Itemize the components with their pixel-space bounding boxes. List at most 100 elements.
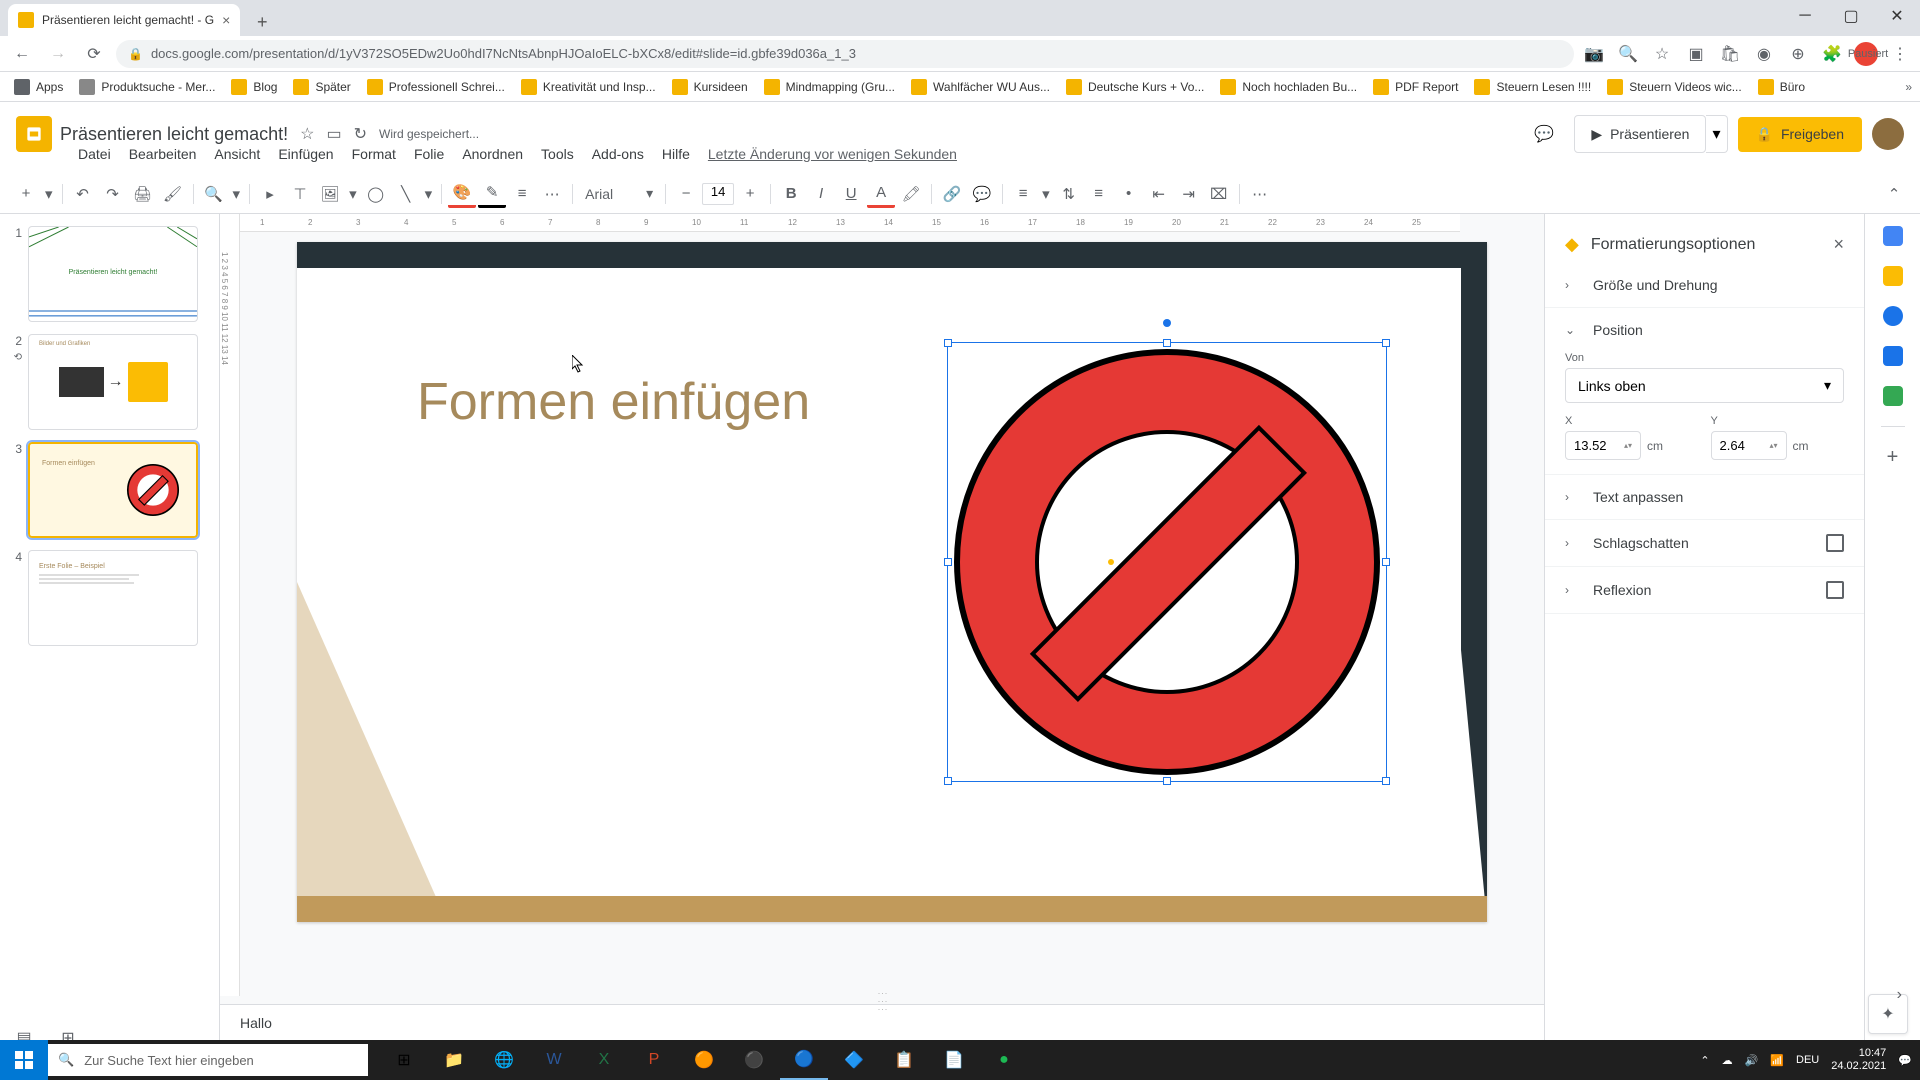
- bookmark-wahlfaecher[interactable]: Wahlfächer WU Aus...: [905, 75, 1056, 99]
- close-tab-icon[interactable]: ×: [222, 12, 230, 28]
- align-dropdown[interactable]: ▾: [1039, 180, 1053, 208]
- taskbar-explorer[interactable]: 📁: [430, 1040, 478, 1080]
- star-icon[interactable]: ☆: [1650, 42, 1674, 66]
- bookmark-hochladen[interactable]: Noch hochladen Bu...: [1214, 75, 1363, 99]
- resize-handle-bl[interactable]: [944, 777, 952, 785]
- prohibition-sign-shape[interactable]: [947, 342, 1387, 782]
- present-button[interactable]: ▶ Präsentieren: [1574, 115, 1706, 153]
- resize-handle-tr[interactable]: [1382, 339, 1390, 347]
- browser-tab[interactable]: Präsentieren leicht gemacht! - G ×: [8, 4, 240, 36]
- present-dropdown[interactable]: ▾: [1706, 115, 1727, 153]
- rotate-handle[interactable]: [1163, 319, 1171, 327]
- taskbar-notepad[interactable]: 📄: [930, 1040, 978, 1080]
- comment-button[interactable]: 💬: [968, 180, 996, 208]
- extension-icon-2[interactable]: ◉: [1752, 42, 1776, 66]
- calendar-addon-icon[interactable]: [1883, 226, 1903, 246]
- tray-clock[interactable]: 10:47 24.02.2021: [1831, 1047, 1886, 1073]
- bold-button[interactable]: B: [777, 180, 805, 208]
- close-panel-icon[interactable]: ×: [1833, 234, 1844, 255]
- tray-notifications-icon[interactable]: 💬: [1898, 1054, 1912, 1067]
- line-spacing-button[interactable]: ⇅: [1055, 180, 1083, 208]
- slide-thumbnail-2[interactable]: Bilder und Grafiken →: [28, 334, 198, 430]
- task-view-button[interactable]: ⊞: [380, 1040, 428, 1080]
- taskbar-search[interactable]: 🔍 Zur Suche Text hier eingeben: [48, 1044, 368, 1076]
- line-tool[interactable]: ╲: [392, 180, 420, 208]
- underline-button[interactable]: U: [837, 180, 865, 208]
- user-avatar[interactable]: [1872, 118, 1904, 150]
- bookmark-steuern-lesen[interactable]: Steuern Lesen !!!!: [1468, 75, 1597, 99]
- address-bar[interactable]: 🔒 docs.google.com/presentation/d/1yV372S…: [116, 40, 1574, 68]
- numbered-list-button[interactable]: ≡: [1085, 180, 1113, 208]
- link-button[interactable]: 🔗: [938, 180, 966, 208]
- paint-format-button[interactable]: 🖌: [159, 180, 187, 208]
- slide-thumbnail-1[interactable]: Präsentieren leicht gemacht!: [28, 226, 198, 322]
- maximize-button[interactable]: ▢: [1828, 0, 1874, 32]
- bookmark-mindmapping[interactable]: Mindmapping (Gru...: [758, 75, 901, 99]
- menu-bearbeiten[interactable]: Bearbeiten: [121, 142, 205, 166]
- taskbar-app-2[interactable]: 📋: [880, 1040, 928, 1080]
- bookmark-steuern-videos[interactable]: Steuern Videos wic...: [1601, 75, 1748, 99]
- resize-handle-bm[interactable]: [1163, 777, 1171, 785]
- browser-menu-icon[interactable]: ⋮: [1888, 42, 1912, 66]
- bookmark-buero[interactable]: Büro: [1752, 75, 1811, 99]
- menu-folie[interactable]: Folie: [406, 142, 452, 166]
- close-window-button[interactable]: ✕: [1874, 0, 1920, 32]
- share-button[interactable]: 🔒 Freigeben: [1738, 117, 1862, 152]
- section-reflection[interactable]: › Reflexion: [1565, 581, 1844, 599]
- redo-button[interactable]: ↷: [99, 180, 127, 208]
- indent-decrease-button[interactable]: ⇤: [1145, 180, 1173, 208]
- back-button[interactable]: ←: [8, 40, 36, 68]
- bulleted-list-button[interactable]: •: [1115, 180, 1143, 208]
- resize-handle-tm[interactable]: [1163, 339, 1171, 347]
- taskbar-app-1[interactable]: 🟠: [680, 1040, 728, 1080]
- notes-resize-handle[interactable]: [220, 996, 1544, 1004]
- last-edit-link[interactable]: Letzte Änderung vor wenigen Sekunden: [700, 142, 965, 166]
- text-color-button[interactable]: A: [867, 180, 895, 208]
- fill-color-button[interactable]: 🎨: [448, 180, 476, 208]
- move-icon[interactable]: ▭: [326, 124, 341, 144]
- bookmark-pdf[interactable]: PDF Report: [1367, 75, 1464, 99]
- bookmark-overflow[interactable]: »: [1905, 80, 1912, 94]
- start-button[interactable]: [0, 1040, 48, 1080]
- collapse-toolbar-button[interactable]: ⌃: [1880, 180, 1908, 208]
- image-tool[interactable]: 🖼: [316, 180, 344, 208]
- taskbar-edge-2[interactable]: 🔷: [830, 1040, 878, 1080]
- print-button[interactable]: 🖨: [129, 180, 157, 208]
- maps-addon-icon[interactable]: [1883, 386, 1903, 406]
- more-tools-button[interactable]: ⋯: [1246, 180, 1274, 208]
- slides-logo[interactable]: [16, 116, 52, 152]
- align-button[interactable]: ≡: [1009, 180, 1037, 208]
- bookmark-spaeter[interactable]: Später: [287, 75, 356, 99]
- extension-icon-3[interactable]: ⊕: [1786, 42, 1810, 66]
- slide-canvas[interactable]: Formen einfügen: [297, 242, 1487, 922]
- slide-title-text[interactable]: Formen einfügen: [417, 372, 810, 432]
- border-color-button[interactable]: ✎: [478, 180, 506, 208]
- textbox-tool[interactable]: ⊤: [286, 180, 314, 208]
- taskbar-word[interactable]: W: [530, 1040, 578, 1080]
- font-size-input[interactable]: 14: [702, 183, 734, 205]
- y-input[interactable]: 2.64 ▴▾: [1711, 431, 1787, 460]
- menu-hilfe[interactable]: Hilfe: [654, 142, 698, 166]
- slide-thumbnail-3[interactable]: Formen einfügen: [28, 442, 198, 538]
- bookmark-produktsuche[interactable]: Produktsuche - Mer...: [73, 75, 221, 99]
- taskbar-chrome[interactable]: 🔵: [780, 1040, 828, 1080]
- tasks-addon-icon[interactable]: [1883, 306, 1903, 326]
- taskbar-obs[interactable]: ⚫: [730, 1040, 778, 1080]
- slide-thumbnail-4[interactable]: Erste Folie – Beispiel: [28, 550, 198, 646]
- tray-language[interactable]: DEU: [1796, 1054, 1819, 1066]
- menu-datei[interactable]: Datei: [70, 142, 119, 166]
- extensions-icon[interactable]: 🧩: [1820, 42, 1844, 66]
- menu-einfuegen[interactable]: Einfügen: [270, 142, 341, 166]
- section-drop-shadow[interactable]: › Schlagschatten: [1565, 534, 1844, 552]
- zoom-dropdown[interactable]: ▾: [230, 180, 244, 208]
- bookmark-blog[interactable]: Blog: [225, 75, 283, 99]
- zoom-icon[interactable]: 🔍: [1616, 42, 1640, 66]
- menu-addons[interactable]: Add-ons: [584, 142, 652, 166]
- font-size-decrease[interactable]: −: [672, 180, 700, 208]
- menu-ansicht[interactable]: Ansicht: [206, 142, 268, 166]
- bookmark-deutsche[interactable]: Deutsche Kurs + Vo...: [1060, 75, 1210, 99]
- new-slide-dropdown[interactable]: ▾: [42, 180, 56, 208]
- section-size-rotation[interactable]: › Größe und Drehung: [1565, 277, 1844, 293]
- tray-cloud-icon[interactable]: ☁: [1722, 1054, 1733, 1067]
- taskbar-edge[interactable]: 🌐: [480, 1040, 528, 1080]
